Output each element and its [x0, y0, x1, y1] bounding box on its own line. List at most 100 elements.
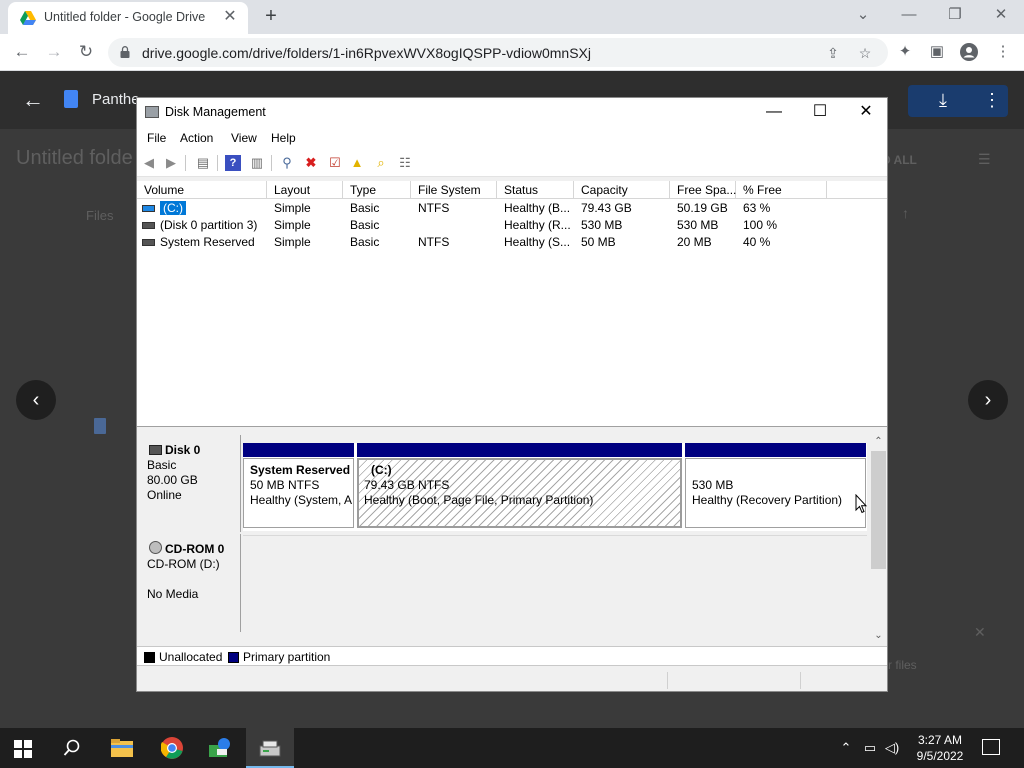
dismiss-close-icon[interactable]: ✕ — [974, 624, 986, 641]
col-file-system[interactable]: File System — [411, 181, 497, 199]
list-icon[interactable]: ☷ — [397, 155, 413, 171]
delete-icon[interactable]: ✖ — [303, 155, 319, 171]
document-icon — [64, 90, 78, 108]
more-options-icon[interactable]: ⋮ — [982, 89, 1002, 111]
partition-system-reserved[interactable]: System Reserved 50 MB NTFS Healthy (Syst… — [243, 458, 354, 528]
back-arrow-icon[interactable]: ← — [10, 41, 34, 63]
minimize-button[interactable]: — — [896, 4, 922, 26]
table-row[interactable]: (Disk 0 partition 3) Simple Basic Health… — [137, 217, 887, 234]
file-explorer-icon[interactable] — [98, 728, 146, 768]
legend-unallocated: Unallocated — [159, 650, 223, 664]
tab-google-drive[interactable]: Untitled folder - Google Drive ✕ — [8, 2, 248, 34]
col-free-space[interactable]: Free Spa... — [670, 181, 736, 199]
check-icon[interactable]: ☑ — [327, 155, 343, 171]
tray-chevron-up-icon[interactable]: ⌃ — [838, 739, 854, 757]
col-volume[interactable]: Volume — [137, 181, 267, 199]
table-row[interactable]: (C:) Simple Basic NTFS Healthy (B... 79.… — [137, 200, 887, 217]
next-file-chevron-icon[interactable]: › — [968, 380, 1008, 420]
col-capacity[interactable]: Capacity — [574, 181, 670, 199]
dm-minimize-button[interactable]: — — [751, 98, 797, 126]
address-bar[interactable]: drive.google.com/drive/folders/1-in6Rpve… — [108, 38, 888, 67]
graphical-scrollbar[interactable]: ⌃ ⌄ — [870, 435, 887, 645]
cdrom0-label[interactable]: CD-ROM 0 CD-ROM (D:) No Media — [137, 534, 241, 632]
list-view-icon[interactable]: ☰ — [978, 151, 996, 167]
network-app-icon[interactable] — [196, 728, 244, 768]
partition-stripe — [243, 443, 354, 457]
col-status[interactable]: Status — [497, 181, 574, 199]
cell-status: Healthy (B... — [504, 201, 571, 215]
disk-management-taskbar-icon[interactable] — [246, 728, 294, 768]
menu-file[interactable]: File — [147, 131, 166, 145]
disk0-partitions: System Reserved 50 MB NTFS Healthy (Syst… — [243, 443, 867, 531]
properties-icon[interactable]: ▥ — [249, 155, 265, 171]
connect-drive-icon[interactable]: ⚲ — [279, 155, 295, 171]
partition-c-drive[interactable]: (C:) 79.43 GB NTFS Healthy (Boot, Page F… — [357, 458, 682, 528]
partition-recovery[interactable]: 530 MB Healthy (Recovery Partition) — [685, 458, 866, 528]
cell-type: Basic — [350, 201, 380, 215]
chrome-icon[interactable] — [148, 728, 196, 768]
files-heading: Files — [86, 208, 114, 223]
disk0-label[interactable]: Disk 0 Basic 80.00 GB Online — [137, 435, 241, 532]
google-drive-icon — [20, 11, 36, 25]
taskbar: ⌃ ▭ ◁) 3:27 AM 9/5/2022 — [0, 728, 1024, 768]
browser-menu-icon[interactable]: ⋮ — [992, 41, 1014, 63]
tab-close-icon[interactable]: ✕ — [222, 8, 238, 26]
hard-disk-icon — [149, 445, 162, 455]
back-icon[interactable]: ◀ — [141, 155, 157, 171]
col-percent-free[interactable]: % Free — [736, 181, 827, 199]
folder-up-icon[interactable]: ▲ — [349, 155, 365, 171]
bookmark-star-icon[interactable]: ☆ — [856, 44, 874, 62]
partition-status: Healthy (System, A — [250, 493, 353, 507]
cell-free: 50.19 GB — [677, 201, 728, 215]
system-clock[interactable]: 3:27 AM 9/5/2022 — [904, 732, 976, 764]
extensions-puzzle-icon[interactable]: ✦ — [894, 41, 916, 63]
share-icon[interactable]: ⇪ — [824, 44, 842, 62]
previous-file-chevron-icon[interactable]: ‹ — [16, 380, 56, 420]
chevron-down-icon[interactable]: ⌄ — [850, 4, 876, 26]
side-panel-icon[interactable]: ▣ — [926, 41, 948, 63]
search-icon[interactable] — [48, 728, 96, 768]
forward-arrow-icon[interactable]: → — [42, 41, 66, 63]
scrollbar-thumb[interactable] — [871, 451, 886, 569]
close-window-button[interactable]: ✕ — [988, 4, 1014, 26]
disk-management-app-icon — [145, 106, 159, 118]
table-row[interactable]: System Reserved Simple Basic NTFS Health… — [137, 234, 887, 251]
cell-layout: Simple — [274, 235, 311, 249]
forward-icon[interactable]: ▶ — [163, 155, 179, 171]
dm-maximize-button[interactable]: ☐ — [797, 98, 843, 126]
col-type[interactable]: Type — [343, 181, 411, 199]
new-tab-button[interactable]: + — [260, 5, 282, 27]
show-hide-console-tree-icon[interactable]: ▤ — [195, 155, 211, 171]
notification-icon[interactable] — [982, 739, 1000, 755]
dm-close-button[interactable]: ✕ — [843, 98, 889, 126]
volume-list-header: Volume Layout Type File System Status Ca… — [137, 181, 887, 199]
partition-size: 50 MB NTFS — [250, 478, 320, 492]
download-icon[interactable]: ⤓ — [932, 89, 954, 111]
disk-management-window: Disk Management — ☐ ✕ File Action View H… — [136, 97, 888, 692]
menu-help[interactable]: Help — [271, 131, 296, 145]
menu-action[interactable]: Action — [180, 131, 213, 145]
menu-view[interactable]: View — [231, 131, 257, 145]
col-layout[interactable]: Layout — [267, 181, 343, 199]
dm-toolbar: ◀ ▶ ▤ ? ▥ ⚲ ✖ ☑ ▲ ⌕ ☷ — [137, 150, 887, 177]
profile-avatar-icon[interactable] — [958, 41, 980, 63]
scroll-up-chevron-icon[interactable]: ⌃ — [870, 435, 887, 449]
scroll-down-chevron-icon[interactable]: ⌄ — [870, 629, 887, 643]
toolbar-separator — [271, 155, 272, 171]
cell-pct: 100 % — [743, 218, 778, 232]
help-icon[interactable]: ? — [225, 155, 241, 171]
dm-titlebar[interactable]: Disk Management — ☐ ✕ — [137, 98, 887, 126]
network-icon[interactable]: ▭ — [862, 739, 878, 757]
cell-capacity: 50 MB — [581, 235, 616, 249]
folder-search-icon[interactable]: ⌕ — [373, 155, 389, 171]
sort-arrow-up-icon[interactable]: ↑ — [902, 205, 909, 221]
disk-graphical-pane: Disk 0 Basic 80.00 GB Online System Rese… — [137, 435, 887, 645]
volume-icon[interactable]: ◁) — [884, 739, 900, 757]
restore-button[interactable]: ❐ — [942, 4, 968, 26]
cell-capacity: 530 MB — [581, 218, 623, 232]
preview-back-arrow-icon[interactable]: ← — [20, 87, 46, 113]
reload-icon[interactable]: ↻ — [74, 41, 98, 63]
partition-stripe — [685, 443, 866, 457]
browser-toolbar: ← → ↻ drive.google.com/drive/folders/1-i… — [0, 34, 1024, 71]
windows-start-icon[interactable] — [14, 740, 32, 758]
